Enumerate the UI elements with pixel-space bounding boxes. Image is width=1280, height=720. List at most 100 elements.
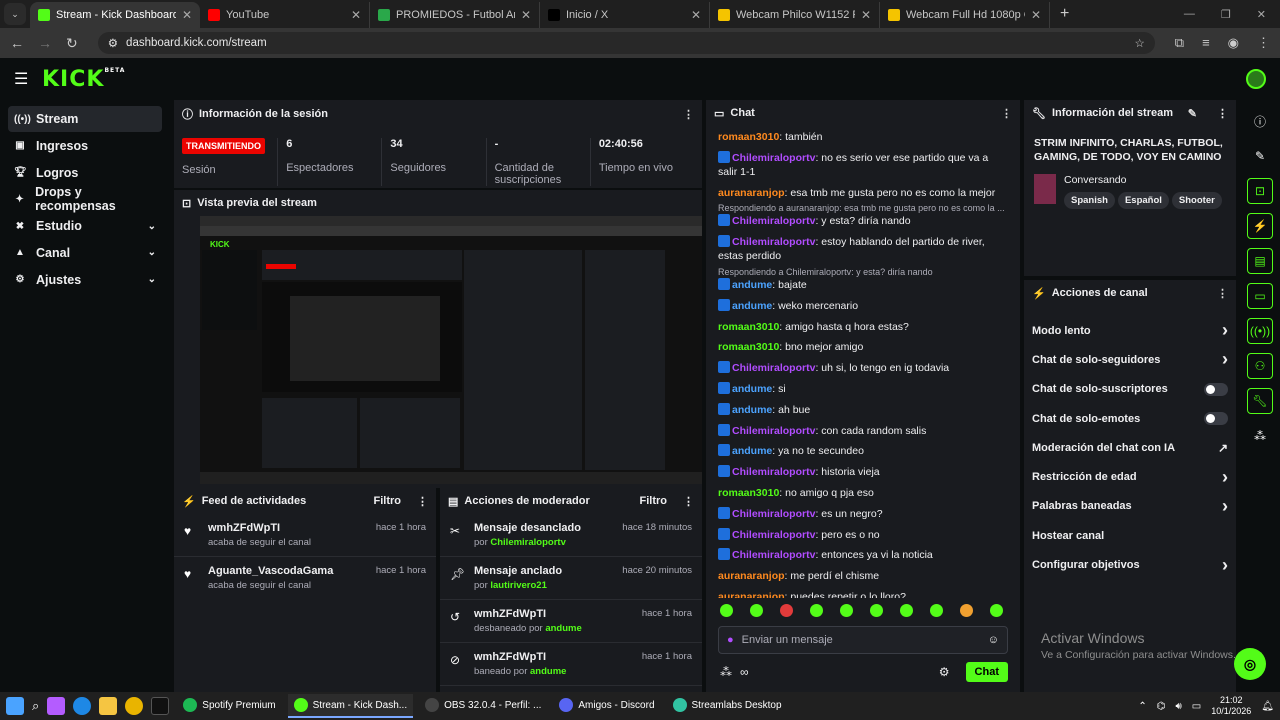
chat-username[interactable]: Chilemiraloportv [732, 236, 815, 248]
profile-icon[interactable]: ◉ [1228, 35, 1239, 51]
emoji-icon[interactable]: ☺ [988, 634, 999, 646]
sidebar-item-estudio[interactable]: ✖ Estudio ⌄ [8, 213, 162, 239]
mod-action-user[interactable]: lautirivero21 [490, 580, 547, 591]
users-rail-icon[interactable]: ⚇ [1247, 353, 1273, 379]
url-input[interactable]: ⚙ dashboard.kick.com/stream ☆ [97, 32, 1155, 54]
channel-action-item[interactable]: Hostear canal [1024, 521, 1236, 550]
channel-action-item[interactable]: Chat de solo-seguidores › [1024, 345, 1236, 374]
copilot-icon[interactable] [47, 697, 66, 715]
mod-action-user[interactable]: Chilemiraloportv [490, 537, 566, 548]
emote-icon[interactable] [720, 604, 733, 617]
taskbar-app[interactable]: Streamlabs Desktop [667, 694, 788, 718]
chat-username[interactable]: romaan3010 [718, 341, 779, 353]
chat-username[interactable]: andume [732, 300, 772, 312]
mic-icon[interactable]: ● [727, 634, 734, 646]
chat-username[interactable]: Chilemiraloportv [732, 549, 815, 561]
mod-action-user[interactable]: andume [545, 623, 581, 634]
session-more-icon[interactable]: ⋮ [683, 108, 694, 121]
chat-username[interactable]: auranaranjop [718, 591, 785, 598]
taskbar-app[interactable]: OBS 32.0.4 - Perfil: ... [419, 694, 547, 718]
toggle-switch[interactable] [1204, 382, 1228, 396]
chevron-right-icon[interactable]: › [1222, 349, 1228, 370]
taskbar-app[interactable]: Spotify Premium [177, 694, 281, 718]
chat-tools-icon[interactable]: ⁂ [720, 665, 732, 679]
media-icon[interactable]: ≡ [1202, 35, 1210, 51]
mod-filter-button[interactable]: Filtro [640, 495, 668, 507]
extensions-icon[interactable]: ⧉ [1175, 35, 1184, 51]
file-explorer-icon[interactable] [99, 697, 118, 715]
streaminfo-more-icon[interactable]: ⋮ [1217, 107, 1228, 120]
emote-icon[interactable] [900, 604, 913, 617]
clock[interactable]: 21:02 10/1/2026 [1211, 695, 1251, 717]
notifications-icon[interactable]: 🔔︎ [1261, 701, 1274, 712]
close-tab-icon[interactable]: ✕ [861, 8, 871, 22]
feed-username[interactable]: Aguante_VascodaGama [208, 565, 333, 577]
stream-preview-video[interactable]: KICK [200, 216, 702, 484]
broadcast-rail-icon[interactable]: ((•)) [1247, 318, 1273, 344]
stream-tag[interactable]: Español [1117, 192, 1169, 209]
kick-logo[interactable]: KICKBETA [42, 67, 125, 92]
chat-username[interactable]: andume [732, 383, 772, 395]
feed-more-icon[interactable]: ⋮ [417, 495, 428, 508]
search-icon[interactable]: ⌕ [32, 698, 39, 714]
tiktok-icon[interactable] [151, 697, 170, 715]
chevron-down-icon[interactable]: ⌄ [148, 247, 156, 258]
chat-username[interactable]: romaan3010 [718, 321, 779, 333]
info-rail-icon[interactable]: ⓘ [1247, 108, 1273, 134]
stream-tag[interactable]: Spanish [1064, 192, 1115, 209]
volume-icon[interactable]: 🔊︎ [1175, 701, 1181, 712]
browser-tab[interactable]: Stream - Kick Dashboard ✕ [30, 2, 200, 28]
windows-start-icon[interactable] [6, 697, 24, 715]
close-tab-icon[interactable]: ✕ [351, 8, 361, 22]
chrome-icon[interactable] [125, 697, 144, 715]
chat-username[interactable]: Chilemiraloportv [732, 466, 815, 478]
close-tab-icon[interactable]: ✕ [1031, 8, 1041, 22]
chat-username[interactable]: auranaranjop [718, 187, 785, 199]
preview-rail-icon[interactable]: ⊡ [1247, 178, 1273, 204]
emote-icon[interactable] [930, 604, 943, 617]
chat-username[interactable]: romaan3010 [718, 131, 779, 143]
feed-username[interactable]: wmhZFdWpTI [208, 522, 311, 534]
close-tab-icon[interactable]: ✕ [691, 8, 701, 22]
chat-username[interactable]: Chilemiraloportv [732, 215, 815, 227]
browser-tab[interactable]: PROMIEDOS - Futbol Argentino ✕ [370, 2, 540, 28]
send-chat-button[interactable]: Chat [965, 662, 1008, 682]
chat-username[interactable]: Chilemiraloportv [732, 152, 815, 164]
infinity-icon[interactable]: ∞ [740, 665, 749, 679]
chat-username[interactable]: Chilemiraloportv [732, 362, 815, 374]
actions-more-icon[interactable]: ⋮ [1217, 287, 1228, 300]
chat-username[interactable]: andume [732, 279, 772, 291]
emote-icon[interactable] [840, 604, 853, 617]
more-rail-icon[interactable]: ⁂ [1247, 423, 1273, 449]
emote-icon[interactable] [870, 604, 883, 617]
stream-tag[interactable]: Shooter [1171, 192, 1222, 209]
site-info-icon[interactable]: ⚙ [108, 36, 118, 50]
bolt-rail-icon[interactable]: ⚡ [1247, 213, 1273, 239]
chat-username[interactable]: andume [732, 404, 772, 416]
external-link-icon[interactable]: ↗ [1218, 441, 1228, 455]
sidebar-item-canal[interactable]: ▲ Canal ⌄ [8, 240, 162, 266]
hamburger-menu-icon[interactable]: ☰ [14, 69, 40, 89]
wrench-rail-icon[interactable]: 🔧︎ [1247, 388, 1273, 414]
chat-username[interactable]: Chilemiraloportv [732, 529, 815, 541]
support-chat-button[interactable]: ◎ [1234, 648, 1266, 680]
chevron-right-icon[interactable]: › [1222, 467, 1228, 488]
emote-icon[interactable] [750, 604, 763, 617]
chat-username[interactable]: andume [732, 445, 772, 457]
emote-icon[interactable] [990, 604, 1003, 617]
bookmark-star-icon[interactable]: ☆ [1134, 36, 1144, 50]
edit-rail-icon[interactable]: ✎ [1247, 143, 1273, 169]
chevron-right-icon[interactable]: › [1222, 555, 1228, 576]
close-window-icon[interactable]: ✕ [1257, 8, 1266, 21]
chat-username[interactable]: Chilemiraloportv [732, 425, 815, 437]
restore-icon[interactable]: ❐ [1221, 8, 1231, 21]
sidebar-item-ingresos[interactable]: ▣ Ingresos [8, 133, 162, 159]
chevron-down-icon[interactable]: ⌄ [148, 221, 156, 232]
chevron-right-icon[interactable]: › [1222, 320, 1228, 341]
user-avatar[interactable] [1246, 69, 1266, 89]
sidebar-item-ajustes[interactable]: ⚙ Ajustes ⌄ [8, 267, 162, 293]
chat-rail-icon[interactable]: ▭ [1247, 283, 1273, 309]
channel-action-item[interactable]: Palabras baneadas › [1024, 492, 1236, 521]
edit-icon[interactable]: ✎ [1188, 107, 1197, 120]
channel-action-item[interactable]: Moderación del chat con IA ↗ [1024, 433, 1236, 462]
